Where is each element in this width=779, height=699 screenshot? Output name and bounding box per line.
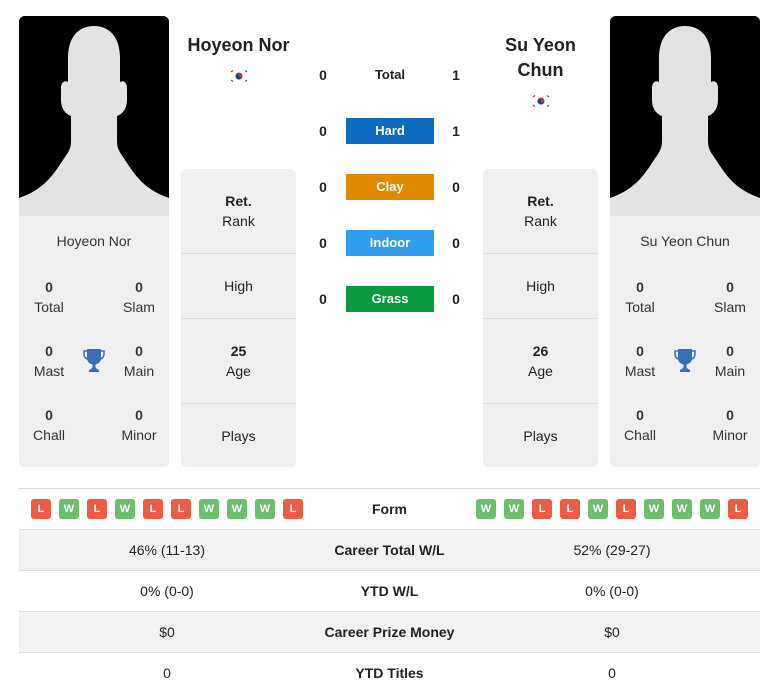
form-loss-badge[interactable]: L: [171, 499, 191, 519]
form-win-badge[interactable]: W: [700, 499, 720, 519]
h2h-total-p1: 0: [319, 67, 327, 83]
career-prize-money-row: $0 Career Prize Money $0: [19, 611, 760, 652]
h2h-indoor-row: 0 Indoor 0: [300, 230, 480, 256]
player1-total-titles: 0 Total: [34, 279, 64, 315]
player2-card-name: Su Yeon Chun: [640, 233, 730, 249]
h2h-hard-row: 0 Hard 1: [300, 118, 480, 144]
h2h-clay-p2: 0: [452, 179, 460, 195]
form-loss-badge[interactable]: L: [560, 499, 580, 519]
player1-info-box: Ret. Rank High 25 Age Plays: [181, 169, 296, 467]
player2-high: High: [483, 254, 598, 319]
form-win-badge[interactable]: W: [504, 499, 524, 519]
surface-indoor-button[interactable]: Indoor: [346, 230, 434, 256]
form-loss-badge[interactable]: L: [143, 499, 163, 519]
h2h-indoor-p2: 0: [452, 235, 460, 251]
player2-total-titles: 0 Total: [625, 279, 655, 315]
career-total-wl-row: 46% (11-13) Career Total W/L 52% (29-27): [19, 529, 760, 570]
form-label: Form: [372, 501, 407, 517]
ytd-titles-row: 0 YTD Titles 0: [19, 652, 760, 693]
surface-hard-button[interactable]: Hard: [346, 118, 434, 144]
avatar-silhouette-icon: [19, 16, 169, 216]
form-loss-badge[interactable]: L: [728, 499, 748, 519]
player2-mast-titles: 0 Mast: [624, 343, 656, 379]
career-total-wl-label: Career Total W/L: [334, 542, 445, 558]
ytd-titles-label: YTD Titles: [355, 665, 424, 681]
player1-rank: Ret. Rank: [181, 169, 296, 254]
player2-header-name[interactable]: Su Yeon Chun: [483, 33, 598, 83]
player2-chall-titles: 0 Chall: [624, 407, 656, 443]
h2h-total-row: 0 Total 1: [300, 62, 480, 88]
h2h-hard-p2: 1: [452, 123, 460, 139]
form-loss-badge[interactable]: L: [87, 499, 107, 519]
south-korea-flag-icon: [531, 94, 551, 108]
player1-mast-titles: 0 Mast: [33, 343, 65, 379]
form-loss-badge[interactable]: L: [532, 499, 552, 519]
form-win-badge[interactable]: W: [588, 499, 608, 519]
trophy-icon: [82, 348, 106, 374]
player2-minor-titles: 0 Minor: [712, 407, 748, 443]
player1-ytd-titles: 0: [163, 665, 171, 681]
player2-career-prize-money: $0: [604, 624, 620, 640]
player1-high: High: [181, 254, 296, 319]
form-win-badge[interactable]: W: [672, 499, 692, 519]
h2h-total-label: Total: [374, 67, 406, 82]
player1-form: LWLWLLWWWL: [19, 499, 315, 519]
player1-card: Hoyeon Nor 0 Total 0 Slam 0 Mast 0 Main 0 Cha…: [19, 216, 169, 467]
form-win-badge[interactable]: W: [644, 499, 664, 519]
player2-photo: [610, 16, 760, 216]
form-win-badge[interactable]: W: [199, 499, 219, 519]
ytd-wl-row: 0% (0-0) YTD W/L 0% (0-0): [19, 570, 760, 611]
h2h-grass-row: 0 Grass 0: [300, 286, 480, 312]
form-win-badge[interactable]: W: [476, 499, 496, 519]
player2-form: WWLLWLWWWL: [464, 499, 760, 519]
player2-ytd-titles: 0: [608, 665, 616, 681]
south-korea-flag-icon: [229, 69, 249, 83]
player1-minor-titles: 0 Minor: [121, 407, 157, 443]
h2h-grass-p2: 0: [452, 291, 460, 307]
form-loss-badge[interactable]: L: [283, 499, 303, 519]
player2-info-box: Ret. Rank High 26 Age Plays: [483, 169, 598, 467]
player1-ytd-wl: 0% (0-0): [140, 583, 194, 599]
surface-grass-button[interactable]: Grass: [346, 286, 434, 312]
player1-card-name: Hoyeon Nor: [56, 233, 132, 249]
surface-clay-button[interactable]: Clay: [346, 174, 434, 200]
stats-table: LWLWLLWWWL Form WWLLWLWWWL 46% (11-13) C…: [19, 488, 760, 693]
h2h-indoor-p1: 0: [319, 235, 327, 251]
player1-slam-titles: 0 Slam: [123, 279, 155, 315]
h2h-total-p2: 1: [452, 67, 460, 83]
avatar-silhouette-icon: [610, 16, 760, 216]
player1-main-titles: 0 Main: [123, 343, 155, 379]
player2-main-titles: 0 Main: [714, 343, 746, 379]
form-win-badge[interactable]: W: [115, 499, 135, 519]
h2h-grass-p1: 0: [319, 291, 327, 307]
form-loss-badge[interactable]: L: [31, 499, 51, 519]
player2-card: Su Yeon Chun 0 Total 0 Slam 0 Mast 0 Main 0C…: [610, 216, 760, 467]
player2-slam-titles: 0 Slam: [714, 279, 746, 315]
form-row: LWLWLLWWWL Form WWLLWLWWWL: [19, 488, 760, 529]
form-win-badge[interactable]: W: [255, 499, 275, 519]
player1-plays: Plays: [221, 427, 256, 444]
form-loss-badge[interactable]: L: [616, 499, 636, 519]
player1-header-name[interactable]: Hoyeon Nor: [181, 33, 296, 58]
h2h-clay-row: 0 Clay 0: [300, 174, 480, 200]
player2-plays: Plays: [523, 427, 558, 444]
player1-photo: [19, 16, 169, 216]
form-win-badge[interactable]: W: [227, 499, 247, 519]
trophy-icon: [673, 348, 697, 374]
player1-chall-titles: 0 Chall: [33, 407, 65, 443]
h2h-clay-p1: 0: [319, 179, 327, 195]
player2-rank: Ret. Rank: [483, 169, 598, 254]
player2-career-total-wl: 52% (29-27): [573, 542, 651, 558]
career-prize-money-label: Career Prize Money: [324, 624, 455, 640]
player2-age: 26 Age: [483, 319, 598, 404]
player1-age: 25 Age: [181, 319, 296, 404]
h2h-hard-p1: 0: [319, 123, 327, 139]
ytd-wl-label: YTD W/L: [360, 583, 419, 599]
player1-career-total-wl: 46% (11-13): [128, 542, 205, 558]
player1-career-prize-money: $0: [159, 624, 175, 640]
form-win-badge[interactable]: W: [59, 499, 79, 519]
player2-ytd-wl: 0% (0-0): [585, 583, 639, 599]
